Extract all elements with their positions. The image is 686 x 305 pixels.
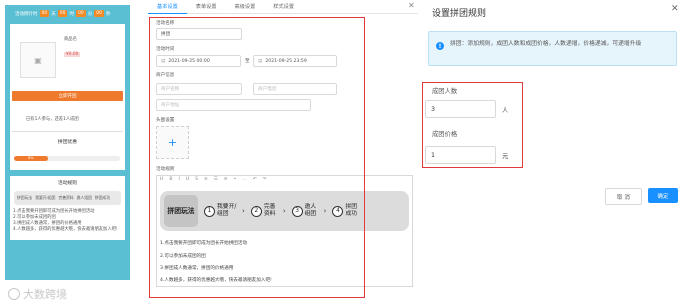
countdown-seconds: 00 [94,10,104,17]
countdown-minutes: 00 [75,10,86,17]
phone-flow-step: 邀人组团 [76,195,92,200]
phone-rule-line: 4.人数越多，获得的优惠越大哦，快去邀请朋友加入吧! [13,227,118,232]
countdown-timer: 活动倒计时 00 天 00 时 00 分 00 秒 [15,10,110,17]
phone-rules-title: 活动规则 [57,181,78,186]
close-icon[interactable]: ✕ [671,4,679,14]
tab-form[interactable]: 表单设置 [187,0,226,13]
countdown-hours: 00 [57,10,68,17]
group-offer-title: 拼团优惠 [57,140,78,145]
confirm-button[interactable]: 确定 [648,188,678,203]
phone-flow-graphic: 拼团玩法 我要开/组团 完善资料 邀人组团 拼团成功 [14,191,121,205]
tab-basic[interactable]: 基本设置 [148,0,187,14]
unit-seconds: 秒 [105,11,111,17]
product-price: ¥0.00 [64,52,81,57]
group-progress-bar: 8% [14,156,120,161]
watermark-text: 大数跨境 [23,288,67,301]
phone-flow-step: 我要开/组团 [35,195,56,200]
tab-style[interactable]: 样式设置 [264,0,303,13]
highlight-box-rules [422,82,523,168]
unit-minutes: 分 [87,11,93,17]
divider [12,131,123,132]
countdown-days: 00 [39,10,50,17]
phone-flow-step: 拼团成功 [94,195,111,200]
phone-flow-step: 完善资料 [58,195,74,200]
unit-hours: 时 [69,11,74,17]
highlight-box-form [149,17,365,298]
info-text: 拼团：添加规则，成团人数和成团价格，人数递增，价格递减，可递增升级 [450,41,642,47]
info-icon: ! [436,42,444,50]
phone-rules-list: 1.点击我要开团即可成为团长开始拼团活动 2.可以参加未成团的团 3.拼团成人数… [13,209,123,233]
countdown-prefix: 活动倒计时 [15,11,38,17]
cancel-button[interactable]: 取 消 [605,188,642,205]
phone-flow-lead: 拼团玩法 [17,195,33,200]
group-progress-fill: 8% [14,156,48,161]
product-image-icon: ▣ [20,42,56,78]
joined-text: 已有1人参与，还差1人成团 [26,117,79,122]
settings-tabs: 基本设置 表单设置 高级设置 样式设置 [148,0,418,14]
close-icon[interactable]: ✕ [408,1,415,10]
unit-days: 天 [51,11,56,17]
panel-title: 设置拼团规则 [432,9,487,19]
product-name: 商品名 [64,37,77,42]
tab-advanced[interactable]: 高级设置 [226,0,265,13]
watermark: 大数跨境 [8,286,67,302]
watermark-logo-icon [8,288,20,300]
join-group-button[interactable]: 立即开团 [12,91,123,101]
